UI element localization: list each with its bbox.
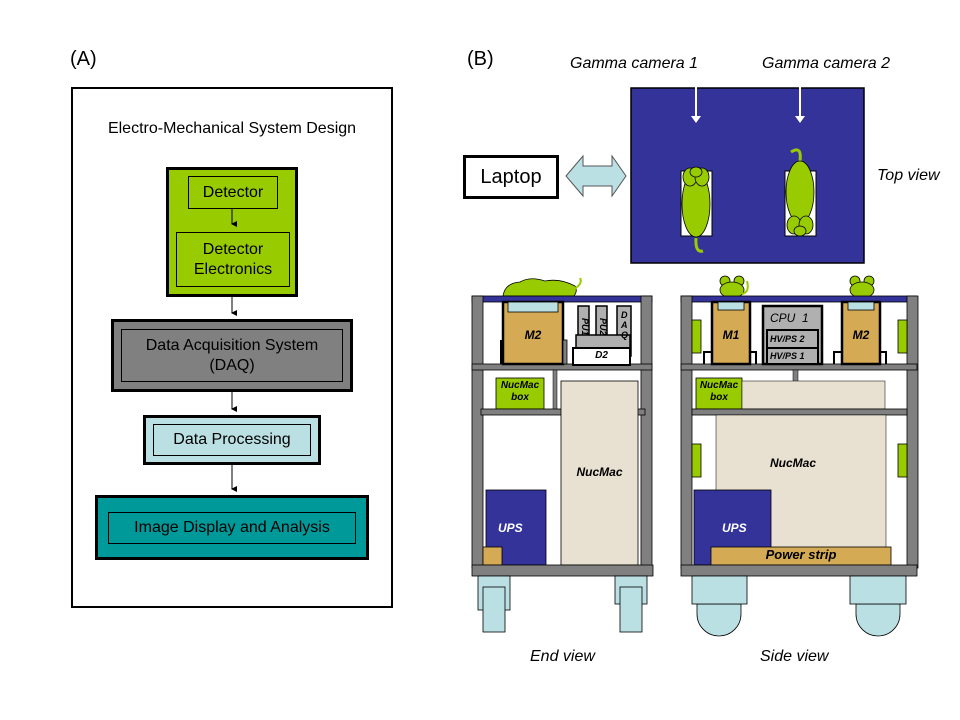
end-view-label: End view — [530, 648, 595, 665]
side-nucmac-label: NucMac — [770, 456, 817, 470]
side-nucmac-box-label: NucMac box — [696, 380, 742, 404]
end-nucmac-box-line2: box — [511, 392, 529, 403]
end-daq-label: DAQ — [621, 310, 629, 340]
side-view-mouse-2-icon — [849, 275, 875, 299]
side-cpu-label: CPU 1 — [770, 311, 809, 325]
end-view-mouse-icon — [502, 278, 577, 297]
side-view-wheel-right — [849, 575, 907, 637]
end-pu2-label: PU2 — [598, 318, 608, 336]
side-ups-label: UPS — [722, 521, 747, 535]
side-view-label: Side view — [760, 648, 829, 665]
side-view-wheel-left — [691, 575, 748, 637]
side-nucmac-box-line1: NucMac — [699, 380, 739, 391]
top-view-platform — [630, 87, 865, 264]
side-view-mouse-1-icon — [719, 275, 749, 299]
end-nucmac-label: NucMac — [576, 465, 623, 479]
end-d2-label: D2 — [595, 350, 608, 361]
side-power-strip-label: Power strip — [765, 547, 837, 562]
side-m2-label: M2 — [852, 328, 870, 342]
end-pu1-label: PU1 — [580, 318, 590, 336]
end-ups-label: UPS — [498, 521, 523, 535]
panel-b-drawing — [471, 86, 919, 637]
end-nucmac-box-line1: NucMac — [500, 380, 540, 391]
laptop-link-arrow — [565, 154, 627, 198]
end-m2-label: M2 — [524, 328, 542, 342]
side-nucmac-box-line2: box — [710, 392, 728, 403]
side-hvps2-label: HV/PS 2 — [770, 334, 805, 344]
side-m1-label: M1 — [722, 328, 740, 342]
side-hvps1-label: HV/PS 1 — [770, 351, 805, 361]
end-nucmac-box-label: NucMac box — [496, 380, 544, 404]
